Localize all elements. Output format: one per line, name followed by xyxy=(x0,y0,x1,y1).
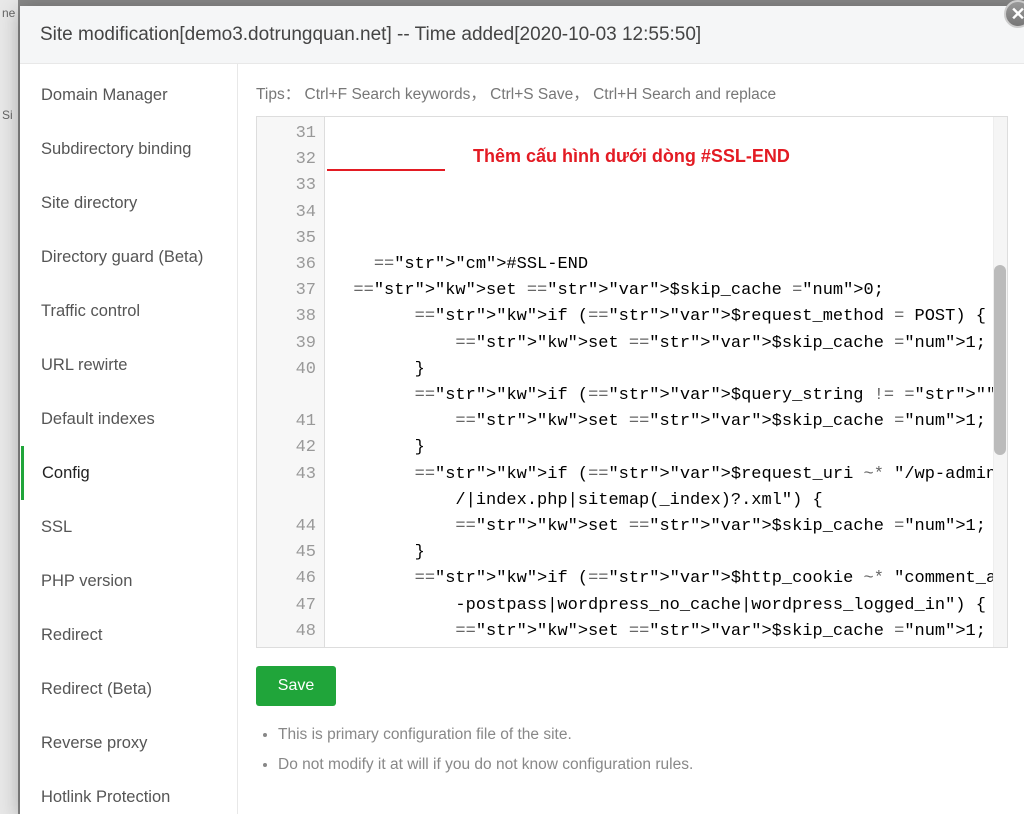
sidebar-item-site-directory[interactable]: Site directory xyxy=(20,176,237,230)
scrollbar-thumb[interactable] xyxy=(994,265,1006,455)
code-line: } xyxy=(333,435,999,461)
sidebar-item-ssl[interactable]: SSL xyxy=(20,500,237,554)
code-line: =="str">"kw">set =="str">"var">$skip_cac… xyxy=(333,514,999,540)
note-item: This is primary configuration file of th… xyxy=(278,726,1008,744)
sidebar-item-hotlink-protection[interactable]: Hotlink Protection xyxy=(20,770,237,814)
code-line: =="str">"kw">if (=="str">"var">$query_st… xyxy=(333,383,999,409)
background-gutter: ne Si xyxy=(0,0,18,814)
modal-header: Site modification[demo3.dotrungquan.net]… xyxy=(20,6,1024,64)
sidebar-item-redirect-beta-[interactable]: Redirect (Beta) xyxy=(20,662,237,716)
code-line: =="str">"kw">if (=="str">"var">$request_… xyxy=(333,462,999,488)
content-area: Tips： Ctrl+F Search keywords， Ctrl+S Sav… xyxy=(238,64,1024,814)
annotation-text: Thêm cấu hình dưới dòng #SSL-END xyxy=(473,143,790,169)
modal-title: Site modification[demo3.dotrungquan.net]… xyxy=(40,24,701,46)
code-line: } xyxy=(333,645,999,647)
sidebar-item-default-indexes[interactable]: Default indexes xyxy=(20,392,237,446)
code-line: =="str">"kw">set =="str">"var">$skip_cac… xyxy=(333,619,999,645)
code-line: =="str">"kw">if (=="str">"var">$request_… xyxy=(333,304,999,330)
code-line: /|index.php|sitemap(_index)?.xml") { xyxy=(333,488,999,514)
code-line: -postpass|wordpress_no_cache|wordpress_l… xyxy=(333,593,999,619)
sidebar-item-traffic-control[interactable]: Traffic control xyxy=(20,284,237,338)
sidebar-item-url-rewirte[interactable]: URL rewirte xyxy=(20,338,237,392)
annotation-underline xyxy=(327,169,445,171)
sidebar-item-redirect[interactable]: Redirect xyxy=(20,608,237,662)
code-line: =="str">"kw">set =="str">"var">$skip_cac… xyxy=(333,278,999,304)
code-line: =="str">"kw">set =="str">"var">$skip_cac… xyxy=(333,409,999,435)
sidebar-item-subdirectory-binding[interactable]: Subdirectory binding xyxy=(20,122,237,176)
code-line xyxy=(333,226,999,252)
code-line: } xyxy=(333,357,999,383)
line-gutter: 31323334353637383940 414243 444546474849… xyxy=(257,117,325,647)
tips-text: Tips： Ctrl+F Search keywords， Ctrl+S Sav… xyxy=(256,82,1008,104)
save-button[interactable]: Save xyxy=(256,666,336,706)
sidebar-item-php-version[interactable]: PHP version xyxy=(20,554,237,608)
sidebar-item-reverse-proxy[interactable]: Reverse proxy xyxy=(20,716,237,770)
close-icon[interactable]: ✕ xyxy=(1004,0,1024,28)
site-modification-modal: ✕ Site modification[demo3.dotrungquan.ne… xyxy=(20,6,1024,814)
code-editor[interactable]: 31323334353637383940 414243 444546474849… xyxy=(256,116,1008,648)
code-line: =="str">"kw">if (=="str">"var">$http_coo… xyxy=(333,566,999,592)
note-item: Do not modify it at will if you do not k… xyxy=(278,756,1008,774)
code-line: } xyxy=(333,540,999,566)
sidebar-item-config[interactable]: Config xyxy=(21,446,238,500)
sidebar-item-domain-manager[interactable]: Domain Manager xyxy=(20,68,237,122)
sidebar-item-directory-guard-beta-[interactable]: Directory guard (Beta) xyxy=(20,230,237,284)
code-line: =="str">"kw">set =="str">"var">$skip_cac… xyxy=(333,331,999,357)
vertical-scrollbar[interactable] xyxy=(993,117,1007,647)
sidebar: Domain ManagerSubdirectory bindingSite d… xyxy=(20,64,238,814)
notes-list: This is primary configuration file of th… xyxy=(256,726,1008,786)
code-line: =="str">"cm">#SSL-END xyxy=(333,252,999,278)
code-area[interactable]: Thêm cấu hình dưới dòng #SSL-END =="str"… xyxy=(325,117,1007,647)
